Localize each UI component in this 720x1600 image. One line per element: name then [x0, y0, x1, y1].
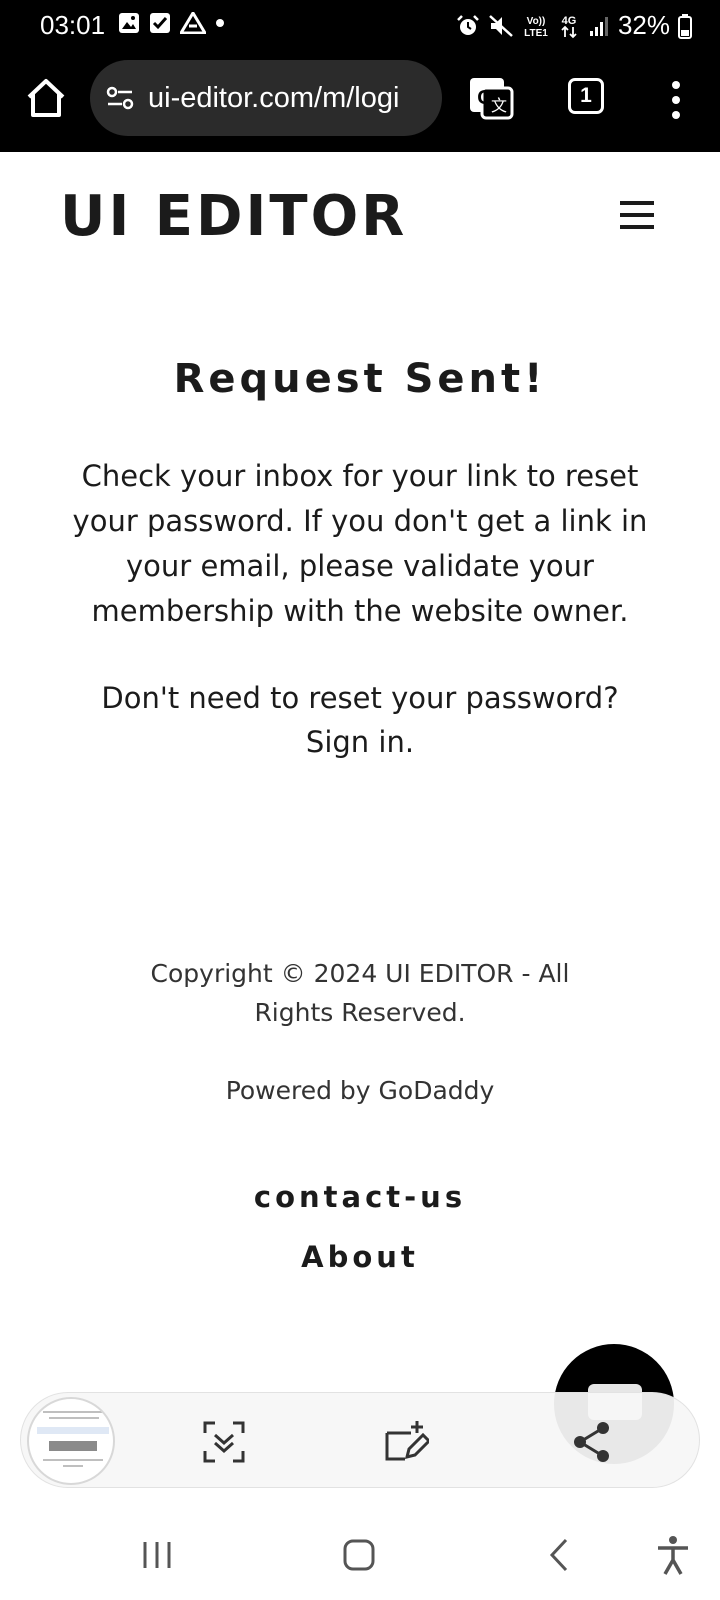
page-title: Request Sent! — [173, 356, 547, 402]
drive-icon — [180, 12, 206, 34]
thumbnail-field — [37, 1427, 109, 1434]
battery-percent: 32% — [617, 10, 670, 40]
reset-message: Check your inbox for your link to reset … — [72, 459, 648, 628]
dot-icon — [216, 19, 224, 27]
alarm-icon — [457, 14, 479, 35]
status-time: 03:01 — [40, 10, 106, 40]
accessibility-icon[interactable] — [650, 1532, 696, 1578]
signal-icon — [589, 16, 608, 36]
powered-by-text: Powered by GoDaddy — [225, 1076, 495, 1105]
thumbnail-line — [49, 1417, 99, 1419]
screenshot-toolbar — [20, 1392, 700, 1488]
checkbox-icon — [150, 13, 170, 33]
edit-capture-icon[interactable] — [383, 1419, 429, 1465]
thumbnail-line — [63, 1465, 83, 1467]
battery-icon — [678, 13, 692, 39]
network-4g-icon: 4G — [561, 15, 577, 38]
url-text[interactable]: ui-editor.com/m/logi — [148, 82, 399, 115]
address-bar[interactable]: ui-editor.com/m/logi — [90, 60, 442, 136]
back-icon[interactable] — [538, 1532, 584, 1578]
site-info-icon[interactable] — [104, 82, 136, 114]
more-vert-icon[interactable] — [664, 80, 688, 120]
tabs-icon[interactable]: 1 — [568, 78, 604, 114]
copyright-text: Copyright © 2024 UI EDITOR - All Rights … — [150, 959, 570, 1027]
svg-text:文: 文 — [491, 97, 507, 115]
share-icon[interactable] — [569, 1419, 615, 1465]
sign-in-link[interactable]: Sign in. — [0, 720, 720, 765]
hamburger-icon[interactable] — [618, 198, 656, 232]
translate-icon[interactable]: G 文 — [468, 76, 514, 120]
screenshot-thumbnail[interactable] — [27, 1397, 115, 1485]
status-left-icons — [118, 12, 225, 34]
thumbnail-line — [43, 1459, 103, 1461]
browser-toolbar: ui-editor.com/m/logi G 文 1 — [0, 54, 720, 152]
gallery-icon — [119, 13, 139, 33]
footer-link-contact-us[interactable]: contact-us — [0, 1180, 720, 1214]
status-right-icons: Vo)) LTE1 4G 32% — [456, 10, 692, 41]
svg-text:LTE1: LTE1 — [524, 28, 548, 39]
reset-question: Don't need to reset your password? — [101, 681, 619, 715]
thumbnail-line — [43, 1411, 103, 1413]
home-icon[interactable] — [24, 76, 68, 120]
thumbnail-button — [49, 1441, 97, 1451]
system-nav-bar — [0, 1510, 720, 1600]
mute-icon — [489, 14, 513, 37]
svg-text:Vo)): Vo)) — [527, 16, 546, 27]
footer-link-about[interactable]: About — [0, 1240, 720, 1274]
scroll-capture-icon[interactable] — [201, 1419, 247, 1465]
svg-text:4G: 4G — [562, 15, 577, 27]
recents-icon[interactable] — [134, 1532, 180, 1578]
site-logo[interactable]: UI EDITOR — [60, 184, 407, 249]
home-nav-icon[interactable] — [336, 1532, 382, 1578]
status-bar: 03:01 Vo)) LTE1 4G 32% — [0, 0, 720, 54]
volte-icon: Vo)) LTE1 — [524, 16, 548, 39]
